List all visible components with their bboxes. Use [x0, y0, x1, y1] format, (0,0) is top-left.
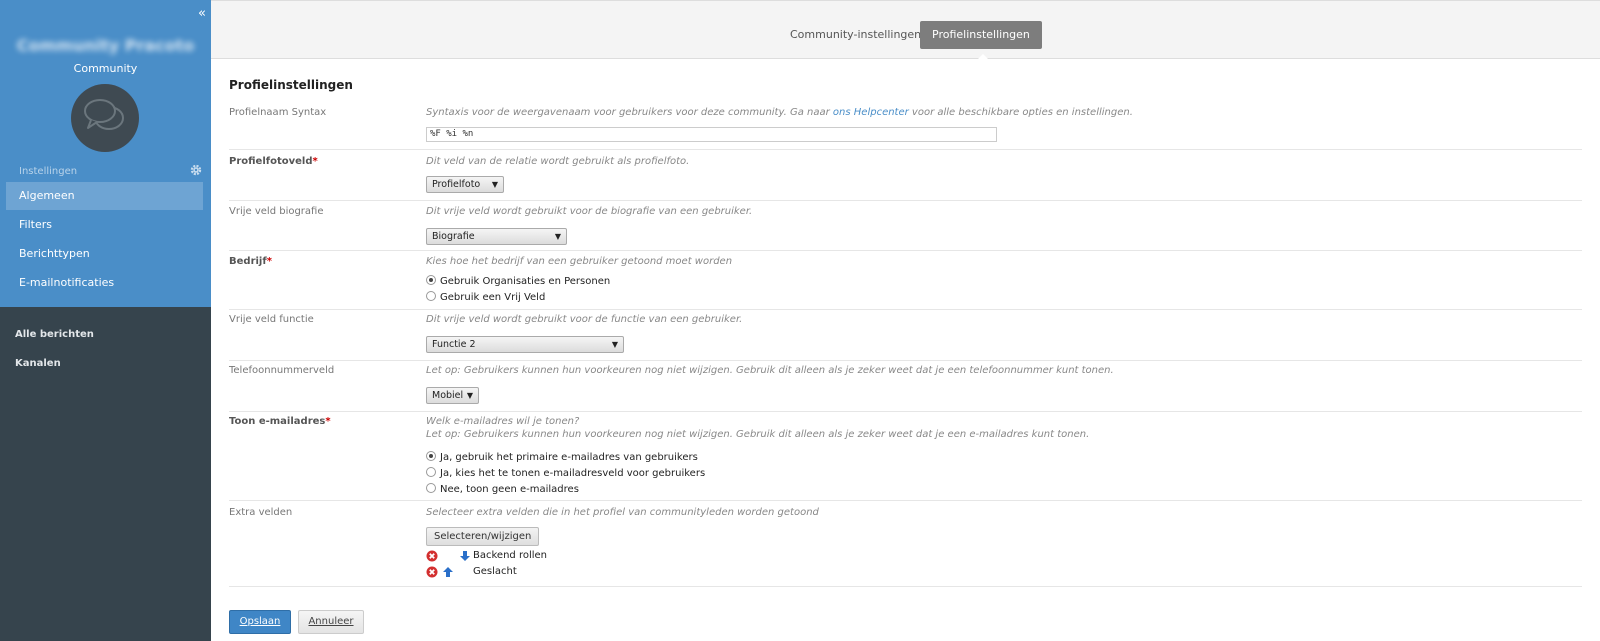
select-edit-button[interactable]: Selecteren/wijzigen — [426, 527, 540, 546]
radio-button[interactable] — [426, 275, 436, 285]
company-label: Bedrijf* — [229, 256, 272, 267]
phone-hint: Let op: Gebruikers kunnen hun voorkeuren… — [426, 365, 1114, 376]
function-hint: Dit vrije veld wordt gebruikt voor de fu… — [426, 314, 743, 325]
extra-field-label: Backend rollen — [473, 550, 547, 561]
photo-hint: Dit veld van de relatie wordt gebruikt a… — [426, 156, 690, 167]
avatar — [71, 84, 139, 152]
function-select[interactable]: Functie 2 ▼ — [426, 336, 624, 353]
company-radio-organisations[interactable]: Gebruik Organisaties en Personen — [426, 275, 610, 287]
phone-select[interactable]: Mobiel ▼ — [426, 387, 479, 404]
syntax-input[interactable]: %F %i %n — [426, 127, 997, 142]
email-hint-question: Welk e-mailadres wil je tonen? — [426, 416, 580, 427]
row-function: Vrije veld functie Dit vrije veld wordt … — [229, 314, 1582, 361]
function-label: Vrije veld functie — [229, 314, 314, 325]
sidebar-header-panel: « Community Pracoto Community Instelling… — [0, 0, 211, 307]
sidebar: « Community Pracoto Community Instelling… — [0, 0, 211, 641]
community-label: Community — [73, 62, 138, 75]
tab-profile-settings[interactable]: Profielinstellingen — [920, 21, 1042, 49]
sidebar-item-berichttypen[interactable]: Berichttypen — [6, 240, 203, 268]
select-arrow-icon: ▼ — [491, 180, 498, 189]
email-radio-none[interactable]: Nee, toon geen e-mailadres — [426, 483, 579, 495]
bio-label: Vrije veld biografie — [229, 206, 324, 217]
email-radio-choose-field[interactable]: Ja, kies het te tonen e-mailadresveld vo… — [426, 467, 705, 479]
page-title: Profielinstellingen — [229, 78, 353, 92]
sidebar-item-algemeen[interactable]: Algemeen — [6, 182, 203, 210]
bio-select[interactable]: Biografie ▼ — [426, 228, 567, 245]
email-radio-primary[interactable]: Ja, gebruik het primaire e-mailadres van… — [426, 451, 698, 463]
row-extra-fields: Extra velden Selecteer extra velden die … — [229, 507, 1582, 587]
email-hint-warning: Let op: Gebruikers kunnen hun voorkeuren… — [426, 429, 1090, 440]
tab-bar: Community-instellingen Profielinstelling… — [211, 1, 1600, 60]
syntax-hint: Syntaxis voor de weergavenaam voor gebru… — [426, 107, 1133, 118]
gear-icon[interactable] — [190, 164, 202, 176]
active-tab-indicator — [977, 54, 989, 60]
select-arrow-icon: ▼ — [466, 391, 473, 400]
photo-label: Profielfotoveld* — [229, 156, 318, 167]
collapse-icon[interactable]: « — [197, 7, 207, 21]
row-phone: Telefoonnummerveld Let op: Gebruikers ku… — [229, 365, 1582, 412]
sidebar-link-kanalen[interactable]: Kanalen — [15, 358, 61, 369]
cancel-button[interactable]: Annuleer — [298, 610, 364, 634]
arrow-up-icon[interactable] — [442, 566, 454, 578]
row-syntax: Profielnaam Syntax Syntaxis voor de weer… — [229, 107, 1582, 150]
chat-bubbles-icon — [84, 99, 124, 130]
radio-button[interactable] — [426, 467, 436, 477]
select-arrow-icon: ▼ — [611, 340, 618, 349]
sidebar-link-alle-berichten[interactable]: Alle berichten — [15, 329, 94, 340]
company-hint: Kies hoe het bedrijf van een gebruiker g… — [426, 256, 733, 267]
company-radio-free-field[interactable]: Gebruik een Vrij Veld — [426, 291, 545, 303]
syntax-label: Profielnaam Syntax — [229, 107, 327, 118]
extra-fields-label: Extra velden — [229, 507, 293, 518]
select-arrow-icon: ▼ — [554, 232, 561, 241]
extra-fields-hint: Selecteer extra velden die in het profie… — [426, 507, 819, 518]
sidebar-item-filters[interactable]: Filters — [6, 211, 203, 239]
bio-hint: Dit vrije veld wordt gebruikt voor de bi… — [426, 206, 753, 217]
radio-button[interactable] — [426, 291, 436, 301]
main-panel: Community-instellingen Profielinstelling… — [211, 0, 1600, 641]
radio-button[interactable] — [426, 483, 436, 493]
tab-community-settings[interactable]: Community-instellingen — [778, 21, 933, 49]
photo-select[interactable]: Profielfoto ▼ — [426, 176, 504, 193]
radio-button[interactable] — [426, 451, 436, 461]
row-bio: Vrije veld biografie Dit vrije veld word… — [229, 206, 1582, 251]
arrow-down-icon[interactable] — [459, 550, 471, 562]
helpcenter-link[interactable]: ons Helpcenter — [833, 107, 909, 118]
row-email: Toon e-mailadres* Welk e-mailadres wil j… — [229, 416, 1582, 501]
extra-field-label: Geslacht — [473, 566, 517, 577]
remove-icon[interactable] — [426, 550, 438, 562]
row-company: Bedrijf* Kies hoe het bedrijf van een ge… — [229, 256, 1582, 310]
email-label: Toon e-mailadres* — [229, 416, 331, 427]
sidebar-item-emailnotificaties[interactable]: E-mailnotificaties — [6, 269, 203, 297]
community-name: Community Pracoto — [16, 36, 195, 55]
row-photo: Profielfotoveld* Dit veld van de relatie… — [229, 156, 1582, 201]
settings-section-label: Instellingen — [19, 166, 78, 177]
phone-label: Telefoonnummerveld — [229, 365, 335, 376]
remove-icon[interactable] — [426, 566, 438, 578]
save-button[interactable]: Opslaan — [229, 610, 291, 634]
